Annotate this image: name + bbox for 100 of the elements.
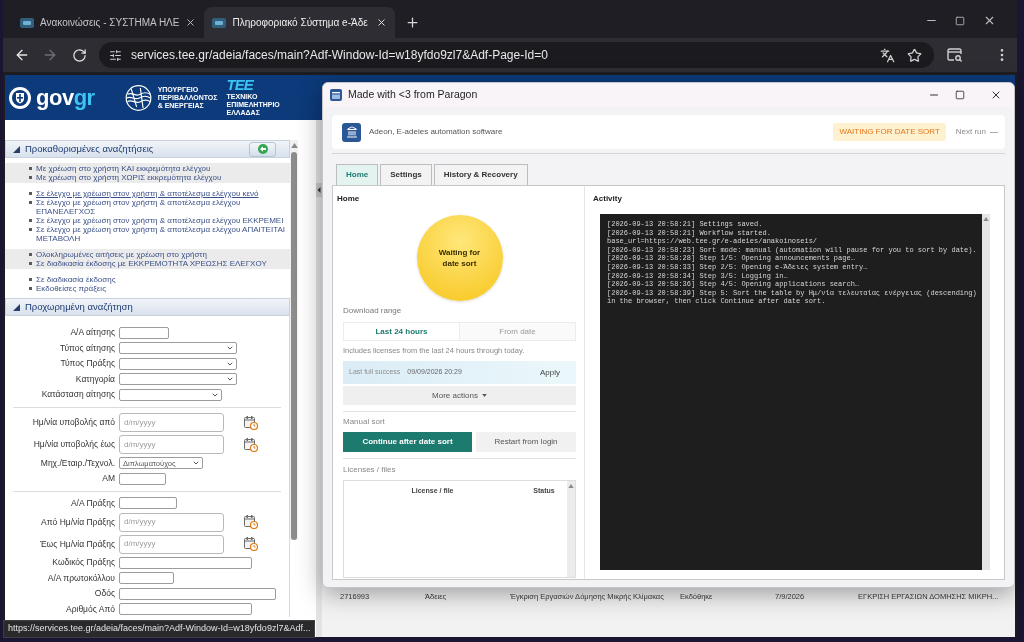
input-field[interactable]	[119, 587, 276, 600]
link[interactable]: Με χρέωση στο χρήστη ΧΩΡΙΣ εκκρεμότητα ελέγχου	[36, 173, 288, 182]
sliders-icon[interactable]	[109, 48, 122, 62]
apply-button[interactable]: Apply	[524, 361, 576, 384]
field-label: Licenses / files	[343, 465, 397, 475]
browser-tab[interactable]: Ανακοινώσεις - ΣΥΣΤΗΜΑ ΗΛΕ	[12, 7, 205, 38]
input-field[interactable]	[119, 326, 169, 339]
browser-tab[interactable]: Πληροφοριακό Σύστημα e-Άδε	[204, 7, 396, 38]
bullet-icon	[29, 287, 32, 290]
maximize-icon[interactable]	[955, 15, 965, 26]
next-run-label: Next run	[955, 126, 986, 138]
triangle-icon[interactable]	[13, 145, 20, 153]
caret-down-icon	[481, 394, 487, 397]
bullet-icon	[29, 201, 32, 204]
field-label: Κατάσταση αίτησης	[40, 388, 116, 402]
field-label: Κατηγορία	[74, 372, 116, 386]
scrollbar-thumb[interactable]	[291, 152, 297, 540]
dropdown[interactable]	[119, 373, 237, 386]
calendar-clock-icon[interactable]	[244, 515, 258, 529]
tab[interactable]: Home	[336, 164, 379, 185]
field-label: Έως Ημ/νία Πράξης	[38, 537, 116, 551]
field-label: Τύπος Πράξης	[59, 357, 116, 371]
field-label: Ημ/νία υποβολής έως	[32, 438, 116, 451]
scroll-up-icon[interactable]	[983, 217, 989, 221]
link[interactable]: Σε έλεγχο με χρέωση στον χρήστη & αποτέλεσμα ελέγχου κενό	[36, 189, 288, 198]
maximize-icon[interactable]	[955, 90, 965, 100]
action-button[interactable]: Continue after date sort	[343, 432, 472, 452]
link[interactable]: Σε έλεγχο με χρέωση στον χρήστη & αποτέλεσμα ελέγχου ΕΠΑΝΕΛΕΓΧΟΣ	[36, 198, 288, 216]
address-field[interactable]: services.tee.gr/adeia/faces/main?Adf-Window-Id=w18yfdo9zl7&Adf-Page-Id=0	[99, 42, 934, 68]
bullet-icon	[29, 278, 32, 281]
scroll-up-icon[interactable]	[290, 143, 298, 148]
link[interactable]: Με χρέωση στο χρήστη ΚΑΙ εκκρεμότητα ελέγχου	[36, 164, 288, 173]
calendar-clock-icon[interactable]	[244, 437, 258, 452]
field-label: Οδός	[93, 587, 116, 601]
bullet-icon	[29, 228, 32, 231]
scrollbar[interactable]	[567, 481, 575, 577]
dropdown[interactable]	[119, 357, 237, 370]
bullet-icon	[29, 253, 32, 256]
link[interactable]: Σε διαδικασία έκδοσης	[36, 275, 288, 284]
link[interactable]: Σε διαδικασία έκδοσης με ΕΚΚΡΕΜΟΤΗΤΑ ΧΡΕΩΣΗΣ ΕΛΕΓΧΟΥ	[36, 259, 288, 268]
action-button[interactable]: Restart from login	[476, 432, 576, 452]
translate-icon[interactable]	[880, 47, 895, 63]
star-icon[interactable]	[907, 47, 922, 63]
input-field[interactable]	[119, 497, 177, 510]
bullet-icon	[29, 176, 32, 179]
dropdown[interactable]	[119, 388, 222, 401]
favicon-icon	[212, 17, 227, 28]
panel-header[interactable]: Προκαθορισμένες αναζητήσεις	[5, 140, 290, 158]
scrollbar[interactable]	[982, 214, 990, 570]
collapse-handle-icon[interactable]	[316, 183, 322, 197]
link[interactable]: Σε έλεγχο με χρέωση στον χρήστη & αποτέλεσμα ελέγχου ΑΠΑΙΤΕΙΤΑΙ ΜΕΤΑΒΟΛΗ	[36, 225, 288, 243]
panel-header[interactable]: Προχωρημένη αναζήτηση	[5, 298, 290, 316]
status-url: https://services.tee.gr/adeia/faces/main?Adf-Window-Id=w18yfdo9zl7&Adf...	[3, 620, 316, 638]
bullet-icon	[29, 262, 32, 265]
calendar-clock-icon[interactable]	[244, 415, 258, 430]
field-label: Κωδικός Πράξης	[51, 556, 116, 570]
window-title: Made with <3 from Paragon	[348, 87, 478, 103]
back-button[interactable]	[249, 141, 276, 157]
input-field[interactable]	[119, 603, 252, 616]
calendar-clock-icon[interactable]	[244, 537, 258, 551]
triangle-icon[interactable]	[13, 303, 20, 311]
link[interactable]: Εκδοθείσες πράξεις	[36, 284, 288, 293]
field-label: ΑΜ	[101, 472, 116, 486]
section-title: Home	[337, 194, 361, 204]
field-label: Τύπος αίτησης	[59, 341, 116, 355]
tab[interactable]: Settings	[380, 164, 432, 185]
close-icon[interactable]	[185, 17, 197, 28]
more-actions-button[interactable]: More actions	[343, 386, 576, 405]
field-label: Μηχ./Εταιρ./Τεχνολ.	[39, 456, 116, 470]
plus-icon[interactable]	[405, 15, 421, 30]
field-label: Αριθμός Από	[65, 602, 116, 616]
panel-title: Προχωρημένη αναζήτηση	[25, 299, 133, 314]
field-label: Download range	[343, 306, 403, 316]
close-icon[interactable]	[376, 17, 388, 28]
field-label: Manual sort	[343, 417, 386, 427]
close-icon[interactable]	[983, 14, 996, 27]
dropdown[interactable]	[119, 342, 237, 355]
reload-icon[interactable]	[72, 47, 87, 63]
input-field[interactable]	[119, 556, 252, 569]
tab[interactable]: History & Recovery	[433, 164, 528, 185]
input-field[interactable]	[119, 572, 174, 585]
link[interactable]: Ολοκληρωμένες αιτήσεις με χρέωση στο χρήστη	[36, 250, 288, 259]
scroll-up-icon[interactable]	[568, 484, 574, 488]
link[interactable]: Σε έλεγχο με χρέωση στον χρήστη & αποτέλεσμα ελέγχου ΕΚΚΡΕΜΕΙ	[36, 216, 288, 225]
app-name: Adeon, E-adeies automation software	[369, 126, 503, 138]
bank-icon	[342, 122, 361, 142]
scrollbar[interactable]	[290, 140, 298, 540]
close-icon[interactable]	[990, 89, 1002, 101]
next-run-value: —	[990, 126, 998, 138]
back-icon[interactable]	[14, 47, 30, 63]
field-label: Α/Α αίτησης	[69, 326, 116, 340]
section-title: Activity	[593, 194, 623, 204]
field-label: Ημ/νία υποβολής από	[31, 416, 116, 429]
tab-search-icon[interactable]	[947, 48, 963, 62]
input-field[interactable]	[119, 472, 166, 485]
arrow-circle-icon	[257, 144, 268, 154]
logo-text: ΤΕΕ	[226, 78, 255, 92]
app-icon	[330, 89, 342, 101]
favicon-icon	[20, 17, 34, 28]
bullet-icon	[29, 167, 32, 170]
